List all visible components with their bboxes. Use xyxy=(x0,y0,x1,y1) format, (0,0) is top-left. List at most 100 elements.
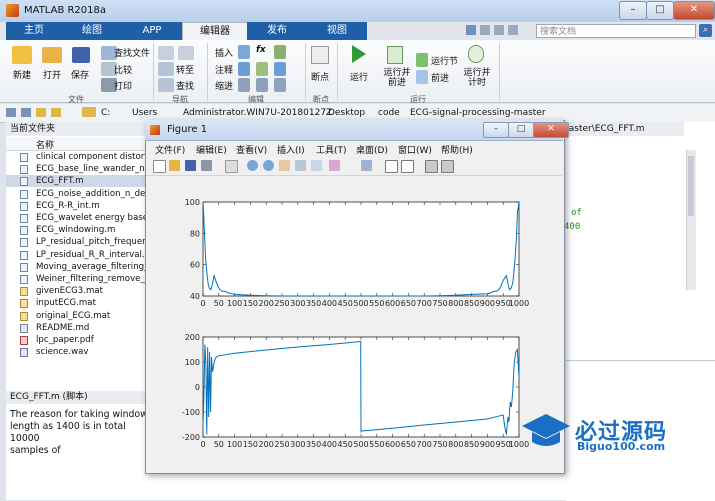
menu-tools[interactable]: 工具(T) xyxy=(316,143,347,156)
column-header[interactable]: 名称 xyxy=(6,137,152,151)
hide-plot-tools-icon[interactable] xyxy=(425,160,438,173)
file-list-item[interactable]: ECG_noise_addition_n_der xyxy=(6,188,152,200)
file-list-item[interactable]: ECG_base_line_wander_no xyxy=(6,163,152,175)
breadcrumb-project[interactable]: ECG-signal-processing-master xyxy=(410,108,546,118)
cut-quick-icon[interactable] xyxy=(480,25,490,35)
save-icon[interactable] xyxy=(72,47,90,63)
run-advance-button[interactable]: 运行并 前进 xyxy=(380,68,414,88)
new-icon[interactable] xyxy=(12,46,32,64)
figure-minimize-button[interactable]: – xyxy=(483,122,509,138)
tab-home[interactable]: 主页 xyxy=(6,22,62,40)
run-icon[interactable] xyxy=(352,45,366,63)
back-nav-icon[interactable] xyxy=(158,46,174,60)
minimize-button[interactable]: – xyxy=(619,1,647,20)
run-button[interactable]: 运行 xyxy=(344,70,374,83)
breakpoints-button[interactable]: 断点 xyxy=(306,70,334,83)
menu-view[interactable]: 查看(V) xyxy=(236,143,267,156)
file-list-item[interactable]: LP_residual_pitch_frequenc xyxy=(6,236,152,248)
forward-icon[interactable] xyxy=(21,108,31,117)
zoom-out-icon[interactable] xyxy=(263,160,274,171)
figure-close-button[interactable]: ✕ xyxy=(533,122,569,138)
colorbar-icon[interactable] xyxy=(385,160,398,173)
wrap-comment-icon[interactable] xyxy=(274,62,286,76)
editor-scrollbar[interactable] xyxy=(686,150,696,290)
pan-icon[interactable] xyxy=(279,160,290,171)
back-icon[interactable] xyxy=(6,108,16,117)
show-plot-tools-icon[interactable] xyxy=(441,160,454,173)
menu-file[interactable]: 文件(F) xyxy=(155,143,185,156)
open-icon[interactable] xyxy=(42,47,62,63)
save-figure-icon[interactable] xyxy=(185,160,196,171)
scrollbar-thumb[interactable] xyxy=(688,156,694,216)
new-figure-icon[interactable] xyxy=(153,160,166,173)
run-time-button[interactable]: 运行并 计时 xyxy=(460,68,494,88)
insert-button[interactable]: 插入 xyxy=(215,46,233,59)
file-list-item[interactable]: Moving_average_filtering_ xyxy=(6,261,152,273)
find-files-button[interactable]: 查找文件 xyxy=(114,46,150,59)
tab-apps[interactable]: APP xyxy=(122,22,182,40)
comment-icon[interactable] xyxy=(238,62,250,76)
forward-nav-icon[interactable] xyxy=(178,46,194,60)
print-figure-icon[interactable] xyxy=(201,160,212,171)
save-button[interactable]: 保存 xyxy=(66,68,94,81)
new-button[interactable]: 新建 xyxy=(8,68,36,81)
percent-icon[interactable] xyxy=(256,62,268,76)
advance-icon[interactable] xyxy=(416,70,428,84)
file-list-item[interactable]: ECG_R-R_int.m xyxy=(6,200,152,212)
file-list-item[interactable]: README.md xyxy=(6,322,152,334)
search-icon[interactable]: ⌕ xyxy=(699,24,712,37)
increase-indent-icon[interactable] xyxy=(256,78,268,92)
zoom-in-icon[interactable] xyxy=(247,160,258,171)
breadcrumb-drive[interactable]: C: xyxy=(101,108,110,118)
tab-publish[interactable]: 发布 xyxy=(247,22,307,40)
file-list-item[interactable]: Weiner_filtering_remove_ xyxy=(6,273,152,285)
tab-editor[interactable]: 编辑器 xyxy=(182,22,248,41)
comment-button[interactable]: 注释 xyxy=(215,63,233,76)
data-cursor-icon[interactable] xyxy=(311,160,322,171)
find-icon[interactable] xyxy=(158,78,174,92)
menu-window[interactable]: 窗口(W) xyxy=(398,143,432,156)
breadcrumb-user[interactable]: Administrator.WIN7U-20180127Z xyxy=(183,108,332,118)
tab-view[interactable]: 视图 xyxy=(307,22,367,40)
file-list-item[interactable]: ECG_FFT.m xyxy=(6,175,152,188)
file-list-item[interactable]: LP_residual_R_R_interval.m xyxy=(6,249,152,261)
run-advance-icon[interactable] xyxy=(387,46,403,64)
undo-quick-icon[interactable] xyxy=(508,25,518,35)
run-section-icon[interactable] xyxy=(416,53,428,67)
file-list-item[interactable]: lpc_paper.pdf xyxy=(6,334,152,346)
file-list-item[interactable]: ECG_windowing.m xyxy=(6,224,152,236)
figure-title-bar[interactable]: Figure 1 – □ ✕ xyxy=(145,120,569,141)
figure-maximize-button[interactable]: □ xyxy=(508,122,534,138)
run-time-icon[interactable] xyxy=(468,45,484,63)
rotate-icon[interactable] xyxy=(295,160,306,171)
menu-edit[interactable]: 编辑(E) xyxy=(196,143,227,156)
find-button[interactable]: 查找 xyxy=(176,79,194,92)
print-button[interactable]: 打印 xyxy=(114,79,132,92)
insert-section-icon[interactable] xyxy=(238,45,250,59)
tab-plots[interactable]: 绘图 xyxy=(62,22,122,40)
goto-button[interactable]: 转至 xyxy=(176,63,194,76)
breakpoints-icon[interactable] xyxy=(311,46,329,64)
file-list-item[interactable]: inputECG.mat xyxy=(6,297,152,309)
legend-icon[interactable] xyxy=(401,160,414,173)
save-quick-icon[interactable] xyxy=(466,25,476,35)
file-list-item[interactable]: ECG_wavelet energy base xyxy=(6,212,152,224)
pointer-icon[interactable] xyxy=(225,160,238,173)
breadcrumb-users[interactable]: Users xyxy=(132,108,157,118)
file-list-item[interactable]: givenECG3.mat xyxy=(6,285,152,297)
smart-indent-icon[interactable] xyxy=(238,78,250,92)
close-button[interactable]: ✕ xyxy=(673,1,715,20)
menu-desktop[interactable]: 桌面(D) xyxy=(356,143,388,156)
insert-function-icon[interactable] xyxy=(274,45,286,59)
run-section-button[interactable]: 运行节 xyxy=(431,54,458,67)
open-button[interactable]: 打开 xyxy=(38,68,66,81)
menu-help[interactable]: 帮助(H) xyxy=(441,143,473,156)
menu-insert[interactable]: 插入(I) xyxy=(277,143,305,156)
fx-button[interactable]: fx xyxy=(256,45,266,55)
breadcrumb-code[interactable]: code xyxy=(378,108,400,118)
maximize-button[interactable]: □ xyxy=(646,1,674,20)
file-list-item[interactable]: original_ECG.mat xyxy=(6,310,152,322)
breadcrumb-desktop[interactable]: Desktop xyxy=(328,108,365,118)
browse-folder-icon[interactable] xyxy=(51,108,61,117)
goto-icon[interactable] xyxy=(158,62,174,76)
